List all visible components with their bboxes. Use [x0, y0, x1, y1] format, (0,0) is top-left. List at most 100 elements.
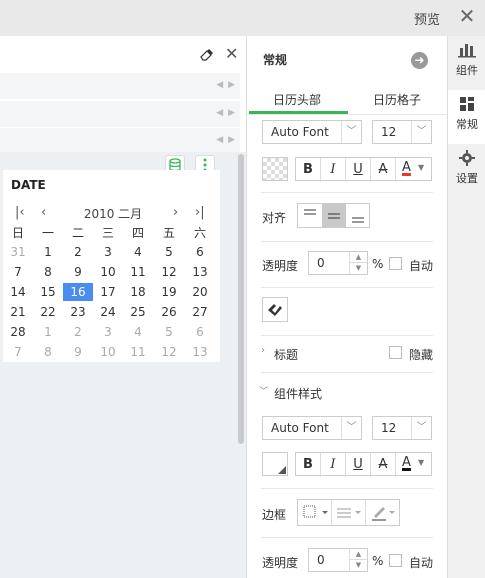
calendar-day[interactable]: 20: [185, 283, 215, 301]
panel-row[interactable]: ◀ ▶: [0, 101, 240, 127]
last-month-icon[interactable]: ›|: [195, 205, 205, 220]
calendar-widget[interactable]: DATE |‹ ‹ 2010 二月 › ›| 日一二三四五六 31 1 2 3 4 5 6 7 8…: [3, 170, 220, 362]
calendar-day[interactable]: 6: [185, 243, 215, 261]
calendar-day[interactable]: 13: [185, 343, 215, 361]
calendar-day[interactable]: 24: [93, 303, 123, 321]
text-color-button[interactable]: A ▼: [398, 158, 432, 180]
strikethrough-button[interactable]: A: [371, 453, 396, 477]
calendar-day[interactable]: 1: [33, 323, 63, 341]
calendar-day[interactable]: 28: [3, 323, 33, 341]
weekday-header: 四: [131, 226, 144, 240]
calendar-day[interactable]: 3: [93, 243, 123, 261]
panel-row[interactable]: ◀ ▶: [0, 128, 240, 154]
tab-calendar-cells[interactable]: 日历格子: [373, 91, 421, 108]
vertical-scrollbar[interactable]: [238, 154, 244, 444]
text-color-button[interactable]: A ▼: [398, 453, 432, 475]
calendar-day[interactable]: 12: [154, 343, 184, 361]
calendar-day[interactable]: 6: [185, 323, 215, 341]
calendar-day[interactable]: 9: [63, 263, 93, 281]
widget-opacity-stepper[interactable]: 0 ▲ ▼: [308, 548, 368, 572]
chevron-right-icon[interactable]: ›: [261, 345, 265, 356]
calendar-day[interactable]: 5: [154, 323, 184, 341]
auto-checkbox[interactable]: [389, 554, 402, 567]
format-painter-button[interactable]: [262, 297, 288, 322]
calendar-day[interactable]: 2: [63, 323, 93, 341]
prev-month-icon[interactable]: ‹: [41, 205, 46, 220]
calendar-day[interactable]: 7: [3, 343, 33, 361]
calendar-day[interactable]: 23: [63, 303, 93, 321]
eraser-icon[interactable]: [200, 49, 214, 61]
title-section-label[interactable]: 标题: [274, 346, 298, 363]
calendar-day[interactable]: 10: [93, 343, 123, 361]
bold-button[interactable]: B: [296, 158, 321, 182]
calendar-day[interactable]: 21: [3, 303, 33, 321]
stepper-up-icon[interactable]: ▲: [349, 252, 367, 263]
weekday-header: 日: [11, 226, 24, 240]
calendar-day-selected[interactable]: 16: [63, 283, 93, 301]
calendar-day[interactable]: 10: [93, 263, 123, 281]
opacity-stepper[interactable]: 0 ▲ ▼: [308, 251, 368, 275]
border-color-button[interactable]: [366, 500, 400, 525]
align-top-button[interactable]: [298, 204, 322, 227]
close-icon[interactable]: ✕: [457, 5, 477, 27]
align-middle-button[interactable]: [322, 204, 346, 227]
underline-button[interactable]: U: [346, 453, 371, 477]
calendar-day[interactable]: 4: [123, 243, 153, 261]
calendar-day[interactable]: 15: [33, 283, 63, 301]
tab-calendar-header[interactable]: 日历头部: [273, 91, 321, 108]
calendar-day[interactable]: 13: [185, 263, 215, 281]
preview-button[interactable]: 预览: [414, 9, 440, 28]
sidetab-general[interactable]: 常规: [448, 90, 485, 144]
calendar-day[interactable]: 22: [33, 303, 63, 321]
calendar-day[interactable]: 27: [185, 303, 215, 321]
italic-button[interactable]: I: [321, 158, 346, 182]
calendar-day[interactable]: 9: [63, 343, 93, 361]
widget-font-family-select[interactable]: Auto Font ﹀: [262, 416, 362, 440]
calendar-day[interactable]: 7: [3, 263, 33, 281]
italic-button[interactable]: I: [321, 453, 346, 477]
stepper-down-icon[interactable]: ▼: [349, 560, 367, 571]
hide-title-checkbox[interactable]: [389, 346, 402, 359]
calendar-day[interactable]: 25: [123, 303, 153, 321]
calendar-day[interactable]: 14: [3, 283, 33, 301]
panel-row[interactable]: ◀ ▶: [0, 73, 240, 99]
font-family-select[interactable]: Auto Font ﹀: [262, 120, 362, 144]
widget-background-color-button[interactable]: [262, 452, 288, 476]
first-month-icon[interactable]: |‹: [15, 205, 25, 220]
calendar-day[interactable]: 19: [154, 283, 184, 301]
calendar-day[interactable]: 8: [33, 343, 63, 361]
border-line-button[interactable]: [332, 500, 366, 525]
calendar-day[interactable]: 5: [154, 243, 184, 261]
calendar-day[interactable]: 18: [123, 283, 153, 301]
underline-button[interactable]: U: [346, 158, 371, 182]
border-group: [297, 499, 400, 526]
stepper-down-icon[interactable]: ▼: [349, 263, 367, 274]
stepper-up-icon[interactable]: ▲: [349, 549, 367, 560]
bold-button[interactable]: B: [296, 453, 321, 477]
auto-checkbox[interactable]: [389, 257, 402, 270]
align-bottom-button[interactable]: [346, 204, 370, 227]
next-month-icon[interactable]: ›: [173, 205, 178, 220]
calendar-day[interactable]: 3: [93, 323, 123, 341]
chevron-down-icon[interactable]: ﹀: [259, 384, 268, 397]
sidetab-settings[interactable]: 设置: [448, 144, 485, 198]
widget-font-size-select[interactable]: 12 ﹀: [372, 416, 432, 440]
calendar-day[interactable]: 11: [123, 343, 153, 361]
font-size-select[interactable]: 12 ﹀: [372, 120, 432, 144]
calendar-day[interactable]: 26: [154, 303, 184, 321]
calendar-day[interactable]: 8: [33, 263, 63, 281]
calendar-day[interactable]: 4: [123, 323, 153, 341]
panel-close-icon[interactable]: ✕: [225, 46, 238, 62]
calendar-day[interactable]: 2: [63, 243, 93, 261]
sidetab-components[interactable]: 组件: [448, 36, 485, 90]
arrow-right-icon[interactable]: ➜: [411, 52, 428, 69]
calendar-day[interactable]: 31: [3, 243, 33, 261]
widget-style-label[interactable]: 组件样式: [274, 385, 322, 402]
background-color-button[interactable]: [262, 157, 288, 181]
calendar-day[interactable]: 11: [123, 263, 153, 281]
strikethrough-button[interactable]: A: [371, 158, 396, 182]
border-style-button[interactable]: [298, 500, 332, 525]
calendar-day[interactable]: 17: [93, 283, 123, 301]
calendar-day[interactable]: 12: [154, 263, 184, 281]
calendar-day[interactable]: 1: [33, 243, 63, 261]
